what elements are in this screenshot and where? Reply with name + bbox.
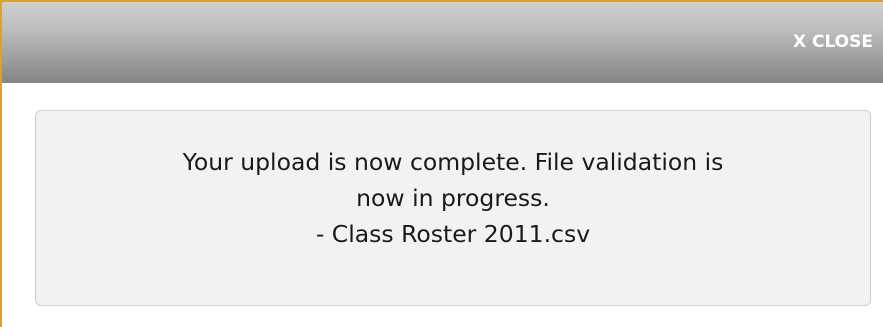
message-line-2: now in progress. — [356, 184, 550, 212]
dialog-title-bar: X CLOSE — [2, 2, 883, 83]
upload-status-dialog: X CLOSE Your upload is now complete. Fil… — [0, 0, 883, 327]
message-line-1: Your upload is now complete. File valida… — [182, 148, 724, 176]
uploaded-file-name: - Class Roster 2011.csv — [315, 220, 591, 248]
close-button[interactable]: X CLOSE — [793, 30, 873, 54]
upload-status-message: Your upload is now complete. File valida… — [36, 144, 870, 252]
message-box: Your upload is now complete. File valida… — [35, 110, 871, 306]
